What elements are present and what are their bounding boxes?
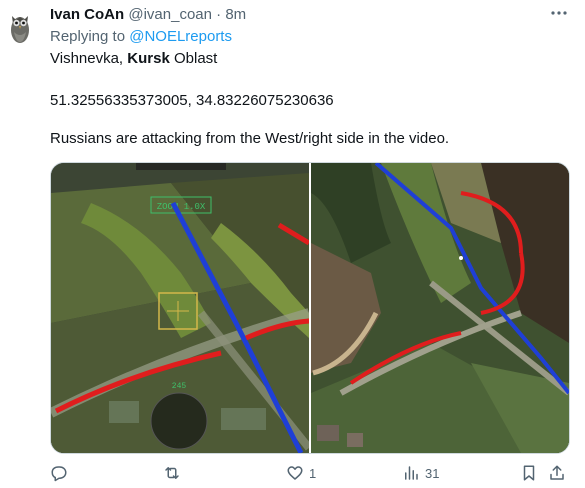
- more-options-icon[interactable]: [550, 4, 568, 27]
- replying-to: Replying to @NOELreports: [50, 28, 232, 46]
- media-image[interactable]: ZOOM 1.0X 245: [50, 162, 570, 454]
- author-handle[interactable]: @ivan_coan: [128, 6, 212, 23]
- bookmark-button[interactable]: [520, 464, 538, 482]
- separator: ·: [216, 6, 222, 23]
- coordinates-line: 51.32556335373005, 34.83226075230636: [50, 92, 334, 109]
- views-button[interactable]: 31: [402, 464, 439, 482]
- drone-view-panel: ZOOM 1.0X 245: [51, 163, 313, 453]
- like-button[interactable]: 1: [286, 464, 316, 482]
- location-part2: Oblast: [173, 50, 218, 67]
- bookmark-icon: [523, 465, 535, 481]
- like-count: 1: [309, 465, 317, 481]
- location-part1: Vishnevka,: [50, 50, 124, 67]
- replying-to-label: Replying to: [50, 28, 126, 45]
- satellite-map-panel: [311, 163, 569, 453]
- avatar[interactable]: [8, 8, 32, 44]
- views-count: 31: [425, 465, 440, 481]
- reply-target-link[interactable]: @NOELreports: [129, 28, 232, 45]
- hud-heading-label: 245: [172, 382, 187, 391]
- views-chart-icon: [405, 466, 418, 480]
- retweet-button[interactable]: [163, 464, 181, 482]
- reply-button[interactable]: [50, 464, 68, 482]
- retweet-icon: [165, 467, 179, 479]
- hud-zoom-label: ZOOM 1.0X: [157, 202, 206, 212]
- tweet-time[interactable]: 8m: [225, 6, 246, 23]
- reply-icon: [51, 466, 67, 482]
- location-line: Vishnevka, Kursk Oblast: [50, 50, 217, 68]
- share-icon: [550, 465, 564, 480]
- location-bold: Kursk: [127, 50, 170, 67]
- tweet-header: Ivan CoAn @ivan_coan · 8m: [50, 6, 246, 24]
- share-button[interactable]: [548, 464, 566, 482]
- description-line: Russians are attacking from the West/rig…: [50, 130, 450, 147]
- tweet: Ivan CoAn @ivan_coan · 8m Replying to @N…: [0, 0, 585, 488]
- author-name[interactable]: Ivan CoAn: [50, 6, 124, 23]
- action-bar: 1 31: [50, 464, 570, 486]
- heart-icon: [287, 466, 303, 480]
